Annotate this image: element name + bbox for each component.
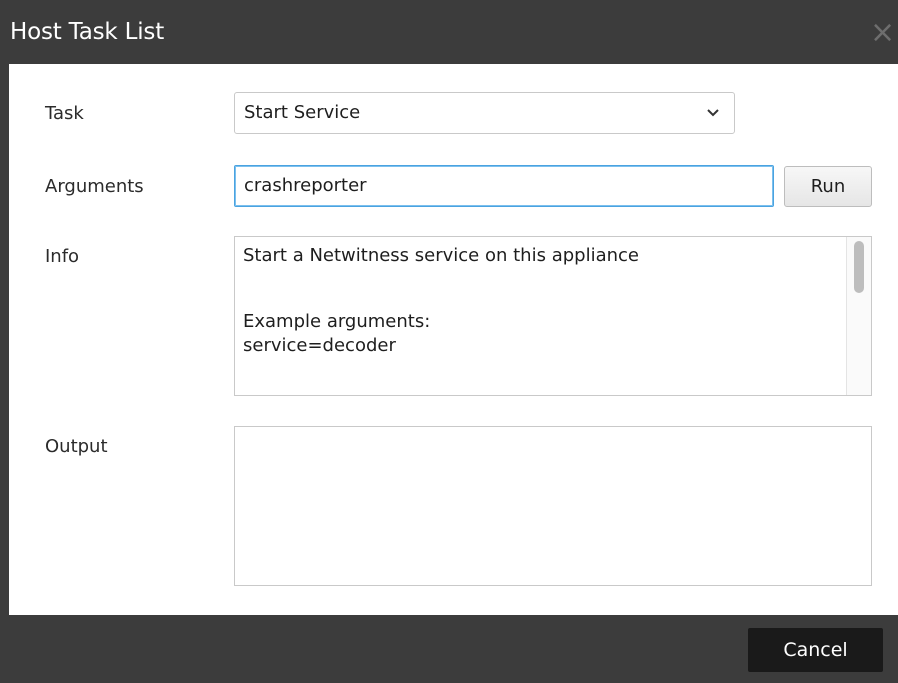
- run-button[interactable]: Run: [784, 166, 872, 207]
- close-icon[interactable]: ×: [870, 18, 898, 48]
- info-label: Info: [45, 246, 80, 267]
- task-select[interactable]: Start Service: [234, 92, 735, 134]
- dialog-titlebar: Host Task List ×: [0, 0, 898, 64]
- info-line: Example arguments:: [243, 311, 431, 332]
- info-line: service=decoder: [243, 335, 396, 356]
- info-textarea[interactable]: Start a Netwitness service on this appli…: [234, 236, 872, 396]
- output-label: Output: [45, 436, 108, 457]
- task-select-value: Start Service: [244, 102, 361, 123]
- chevron-down-icon: [707, 109, 719, 117]
- cancel-button[interactable]: Cancel: [748, 628, 883, 672]
- arguments-input-value: crashreporter: [244, 175, 367, 196]
- info-scrollbar-thumb[interactable]: [854, 241, 864, 293]
- info-scrollbar[interactable]: [846, 237, 871, 395]
- arguments-input[interactable]: crashreporter: [234, 165, 774, 207]
- output-textarea[interactable]: [234, 426, 872, 586]
- arguments-label: Arguments: [45, 176, 144, 197]
- host-task-list-dialog: Host Task List × Task Start Service Argu…: [0, 0, 898, 683]
- task-label: Task: [45, 103, 84, 124]
- dialog-title: Host Task List: [10, 19, 165, 45]
- dialog-left-edge: [0, 64, 9, 683]
- info-line: Start a Netwitness service on this appli…: [243, 245, 639, 266]
